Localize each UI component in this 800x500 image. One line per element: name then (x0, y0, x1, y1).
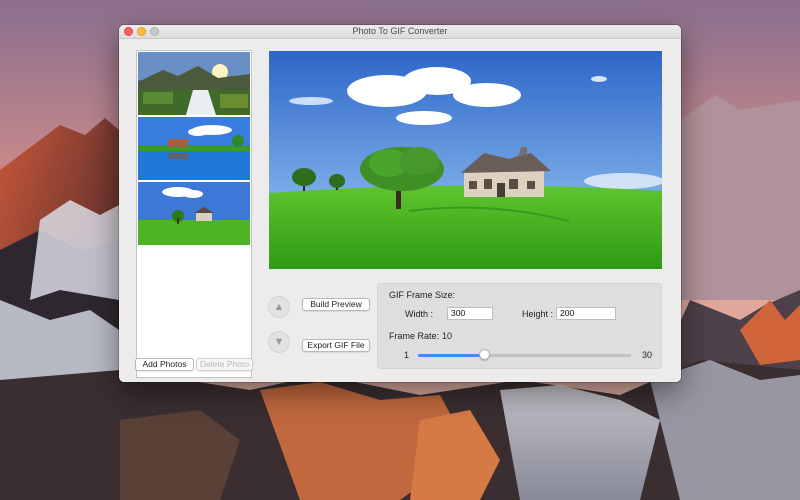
thumbnail-waterfall[interactable] (138, 52, 250, 115)
export-gif-button[interactable]: Export GIF File (302, 339, 370, 352)
slider-fill (418, 354, 485, 357)
delete-photo-button[interactable]: Delete Photo (196, 358, 253, 371)
thumbnail-field-house[interactable] (138, 182, 250, 245)
slider-min-label: 1 (404, 350, 410, 360)
add-photos-button[interactable]: Add Photos (135, 358, 194, 371)
gif-settings-panel: GIF Frame Size: Width : 300 Height : 200… (377, 283, 662, 369)
slider-max-label: 30 (642, 350, 653, 360)
width-input[interactable]: 300 (447, 307, 493, 320)
app-window: Photo To GIF Converter Add Photos Delete… (119, 25, 681, 382)
height-label: Height : (522, 309, 554, 319)
frame-rate-label: Frame Rate: (389, 331, 440, 341)
width-label: Width : (405, 309, 434, 319)
move-up-arrow-icon[interactable]: ▲ (268, 296, 290, 318)
height-input[interactable]: 200 (556, 307, 616, 320)
build-preview-button[interactable]: Build Preview (302, 298, 370, 311)
photo-list[interactable] (136, 50, 252, 378)
frame-rate-slider[interactable] (418, 354, 631, 357)
thumbnail-lake-house[interactable] (138, 117, 250, 180)
move-down-arrow-icon[interactable]: ▼ (268, 331, 290, 353)
title-bar: Photo To GIF Converter (119, 25, 681, 39)
frame-rate-value: 10 (442, 331, 453, 341)
window-title: Photo To GIF Converter (352, 26, 448, 36)
gif-preview-image (269, 51, 662, 269)
frame-size-label: GIF Frame Size: (389, 290, 456, 300)
slider-knob[interactable] (479, 349, 491, 360)
